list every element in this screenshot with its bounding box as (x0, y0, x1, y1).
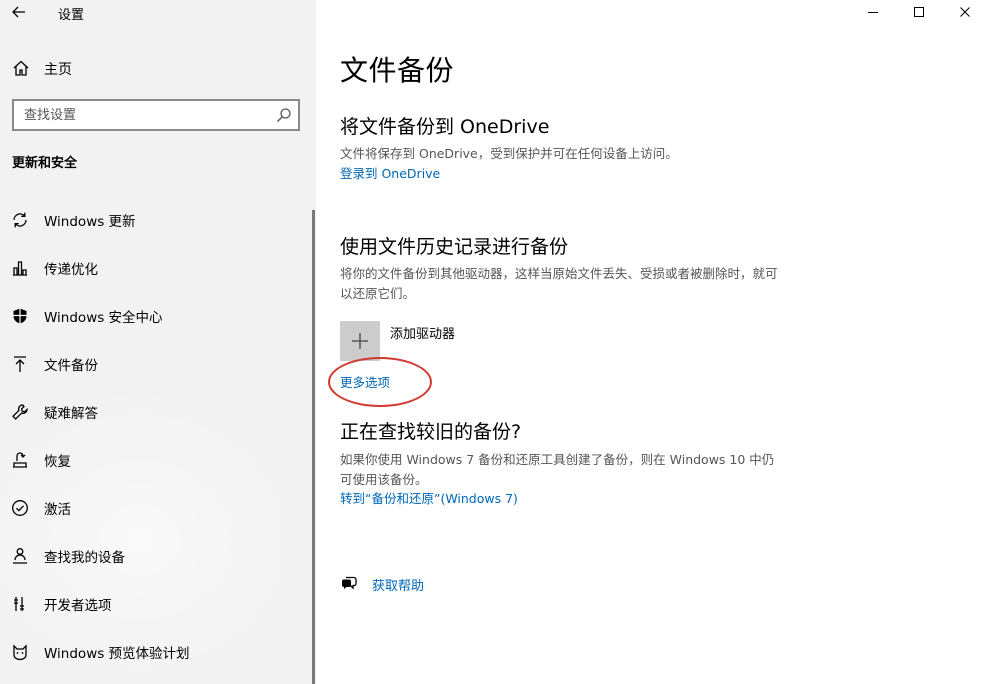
sidebar-item-label: 传递优化 (44, 262, 98, 278)
older-backup-heading: 正在查找较旧的备份? (340, 421, 522, 443)
section-title: 更新和安全 (12, 156, 78, 171)
help-chat-icon (342, 576, 357, 590)
sync-icon (11, 211, 29, 229)
sidebar-item-label: 查找我的设备 (44, 550, 125, 566)
home-icon (13, 60, 29, 76)
older-backup-description: 如果你使用 Windows 7 备份和还原工具创建了备份，则在 Windows … (340, 452, 775, 487)
shield-icon (11, 307, 29, 325)
sidebar-item-find-my-device[interactable]: 查找我的设备 (0, 536, 316, 576)
backup-restore-win7-link[interactable]: 转到“备份和还原”(Windows 7) (340, 488, 518, 507)
sidebar-item-label: 开发者选项 (44, 598, 112, 614)
add-drive-tile[interactable] (340, 321, 380, 361)
sidebar-item-home[interactable]: 主页 (12, 58, 72, 78)
home-label: 主页 (44, 62, 72, 78)
onedrive-heading: 将文件备份到 OneDrive (340, 116, 550, 138)
wrench-icon (11, 403, 29, 421)
get-help[interactable]: 获取帮助 (340, 574, 424, 594)
sidebar-item-label: 文件备份 (44, 358, 98, 374)
plus-icon (352, 333, 368, 349)
close-button[interactable] (942, 0, 988, 24)
sign-in-onedrive-link[interactable]: 登录到 OneDrive (340, 163, 440, 182)
sidebar-item-label: Windows 安全中心 (44, 310, 163, 326)
add-drive-button[interactable]: 添加驱动器 (340, 321, 455, 361)
window-controls (850, 0, 988, 24)
sidebar-item-troubleshoot[interactable]: 疑难解答 (0, 392, 316, 432)
cat-face-icon (11, 643, 29, 661)
get-help-link[interactable]: 获取帮助 (372, 575, 424, 594)
sidebar: 设置 主页 更新和安全 Windows 更新 传递优化 (0, 0, 316, 684)
search-icon[interactable] (276, 107, 292, 123)
sidebar-item-recovery[interactable]: 恢复 (0, 440, 316, 480)
maximize-button[interactable] (896, 0, 942, 24)
app-title: 设置 (58, 8, 85, 23)
sidebar-item-developer-options[interactable]: 开发者选项 (0, 584, 316, 624)
sidebar-item-delivery-optimization[interactable]: 传递优化 (0, 248, 316, 288)
add-drive-label: 添加驱动器 (390, 327, 456, 342)
backup-arrow-icon (11, 355, 29, 373)
sidebar-item-label: Windows 更新 (44, 214, 136, 230)
check-circle-icon (11, 499, 29, 517)
file-history-description: 将你的文件备份到其他驱动器，这样当原始文件丢失、受损或者被删除时，就可以还原它们… (340, 266, 778, 301)
developer-tools-icon (11, 595, 29, 613)
back-button[interactable] (8, 2, 30, 22)
sidebar-item-label: 激活 (44, 502, 71, 518)
sidebar-item-file-backup[interactable]: 文件备份 (0, 344, 316, 384)
back-arrow-icon (12, 6, 25, 18)
maximize-icon (914, 7, 924, 17)
sidebar-item-windows-update[interactable]: Windows 更新 (0, 200, 316, 240)
sidebar-item-label: 疑难解答 (44, 406, 98, 422)
sidebar-item-label: 恢复 (44, 454, 71, 470)
close-icon (960, 7, 970, 17)
sidebar-item-activation[interactable]: 激活 (0, 488, 316, 528)
settings-window: 设置 主页 更新和安全 Windows 更新 传递优化 (0, 0, 988, 684)
delivery-optimization-icon (11, 259, 29, 277)
search-input[interactable] (14, 101, 264, 129)
sidebar-item-windows-insider[interactable]: Windows 预览体验计划 (0, 632, 316, 672)
person-locate-icon (11, 547, 29, 565)
recovery-icon (11, 451, 29, 469)
sidebar-item-label: Windows 预览体验计划 (44, 646, 190, 662)
search-box[interactable] (12, 99, 300, 131)
onedrive-description: 文件将保存到 OneDrive，受到保护并可在任何设备上访问。 (340, 146, 678, 161)
page-title: 文件备份 (340, 54, 455, 87)
file-history-heading: 使用文件历史记录进行备份 (340, 236, 569, 258)
minimize-icon (868, 12, 878, 13)
sidebar-item-windows-security[interactable]: Windows 安全中心 (0, 296, 316, 336)
main-content: 文件备份 将文件备份到 OneDrive 文件将保存到 OneDrive，受到保… (316, 0, 988, 684)
more-options-link[interactable]: 更多选项 (340, 372, 390, 391)
sidebar-scrollbar[interactable] (312, 210, 315, 684)
minimize-button[interactable] (850, 0, 896, 24)
